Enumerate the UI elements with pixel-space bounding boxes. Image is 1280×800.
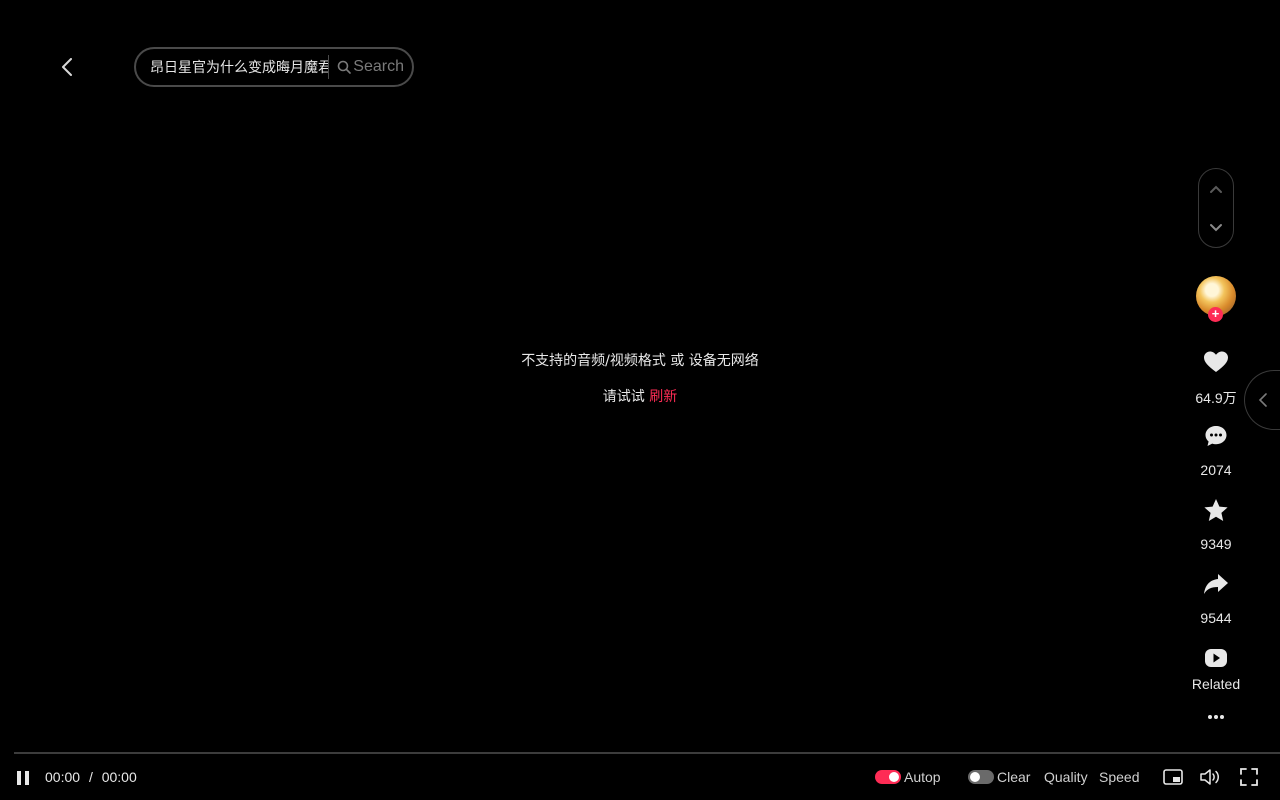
retry-hint: 请试试 刷新 [0, 386, 1280, 406]
retry-prefix: 请试试 [602, 389, 645, 405]
autoplay-toggle[interactable] [875, 770, 901, 784]
comment-count: 2074 [1200, 462, 1232, 478]
fullscreen-icon [1240, 768, 1258, 786]
like-button[interactable] [1200, 346, 1231, 377]
share-button[interactable] [1200, 568, 1231, 599]
share-count: 9544 [1200, 610, 1232, 626]
like-count: 64.9万 [1195, 390, 1237, 406]
heart-icon [1203, 351, 1228, 372]
time-separator: / [88, 769, 93, 785]
search-icon [337, 60, 352, 74]
follow-button[interactable]: + [1208, 307, 1223, 322]
duration: 00:00 [101, 769, 137, 785]
picture-in-picture-icon [1163, 769, 1183, 785]
quality-button[interactable]: Quality [1044, 769, 1088, 785]
toggle-knob [970, 772, 980, 782]
back-button[interactable] [55, 51, 79, 83]
pause-button[interactable] [16, 769, 36, 787]
side-panel-toggle[interactable] [1244, 370, 1280, 430]
chevron-up-icon [1210, 185, 1222, 193]
next-video-button[interactable] [1205, 218, 1227, 238]
speed-button[interactable]: Speed [1099, 769, 1141, 785]
chevron-down-icon [1210, 224, 1222, 232]
share-icon [1203, 573, 1228, 594]
fullscreen-button[interactable] [1238, 767, 1260, 787]
search-input[interactable] [136, 49, 329, 85]
related-label: Related [1191, 676, 1241, 692]
search-box: Search [134, 47, 414, 87]
star-icon [1203, 498, 1228, 521]
play-square-icon [1204, 648, 1227, 667]
time-display: 00:00 / 00:00 [45, 769, 137, 785]
search-button-label: Search [353, 58, 404, 75]
volume-button[interactable] [1199, 767, 1221, 787]
more-icon [1207, 715, 1224, 719]
comment-button[interactable] [1200, 420, 1231, 451]
progress-bar[interactable] [14, 752, 1280, 754]
autoplay-label[interactable]: Autop [904, 769, 941, 785]
speaker-icon [1200, 769, 1219, 785]
clear-screen-toggle[interactable] [968, 770, 994, 784]
chevron-left-icon [1258, 393, 1267, 407]
current-time: 00:00 [45, 769, 81, 785]
clear-screen-label[interactable]: Clear [997, 769, 1030, 785]
search-button[interactable]: Search [329, 49, 412, 85]
picture-in-picture-button[interactable] [1162, 767, 1184, 787]
chevron-left-icon [62, 58, 72, 76]
previous-video-button[interactable] [1205, 179, 1227, 199]
related-button[interactable] [1200, 642, 1231, 673]
refresh-link[interactable]: 刷新 [649, 389, 677, 405]
comment-icon [1205, 425, 1226, 446]
error-message: 不支持的音频/视频格式 或 设备无网络 [521, 353, 759, 369]
toggle-knob [889, 772, 899, 782]
favorite-count: 9349 [1200, 536, 1232, 552]
favorite-button[interactable] [1200, 494, 1231, 525]
pause-icon [17, 771, 29, 785]
more-button[interactable] [1200, 708, 1231, 726]
